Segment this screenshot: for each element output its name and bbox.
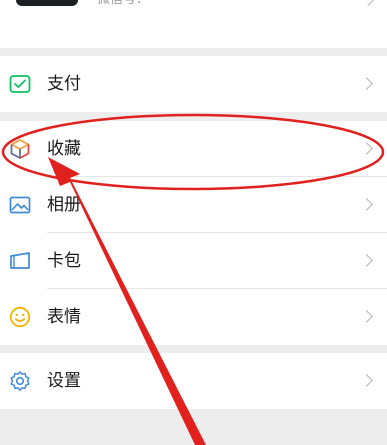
menu-item-settings[interactable]: 设置 — [0, 353, 387, 409]
menu-item-label: 相册 — [47, 195, 81, 215]
sticker-smile-icon — [9, 306, 31, 328]
menu-item-label: 支付 — [47, 74, 81, 94]
menu-item-label: 收藏 — [47, 139, 81, 159]
album-icon — [9, 196, 31, 214]
favorites-cube-icon — [10, 139, 30, 159]
settings-gear-icon — [10, 371, 30, 391]
menu-item-album[interactable]: 相册 — [0, 177, 387, 233]
chevron-right-icon — [360, 310, 373, 323]
menu-item-cards[interactable]: 卡包 — [0, 233, 387, 289]
menu-group-main: 收藏 相册 卡包 表情 — [0, 121, 387, 345]
chevron-right-icon — [360, 374, 373, 387]
pay-icon — [9, 75, 31, 93]
wechat-me-screen: 微信号： 支付 收藏 — [0, 0, 387, 445]
menu-item-label: 卡包 — [47, 251, 81, 271]
menu-group-settings: 设置 — [0, 353, 387, 409]
profile-card[interactable]: 微信号： — [0, 0, 387, 48]
menu-group-pay: 支付 — [0, 56, 387, 112]
menu-item-stickers[interactable]: 表情 — [0, 289, 387, 345]
chevron-right-icon — [360, 0, 376, 7]
avatar[interactable] — [16, 0, 78, 6]
menu-item-favorites[interactable]: 收藏 — [0, 121, 387, 177]
menu-item-label: 设置 — [47, 371, 81, 391]
menu-item-label: 表情 — [47, 307, 81, 327]
card-wallet-icon — [10, 252, 30, 269]
chevron-right-icon — [360, 254, 373, 267]
chevron-right-icon — [360, 77, 373, 90]
wechat-id-text: 微信号： — [97, 0, 149, 8]
chevron-right-icon — [360, 198, 373, 211]
menu-item-pay[interactable]: 支付 — [0, 56, 387, 112]
chevron-right-icon — [360, 142, 373, 155]
